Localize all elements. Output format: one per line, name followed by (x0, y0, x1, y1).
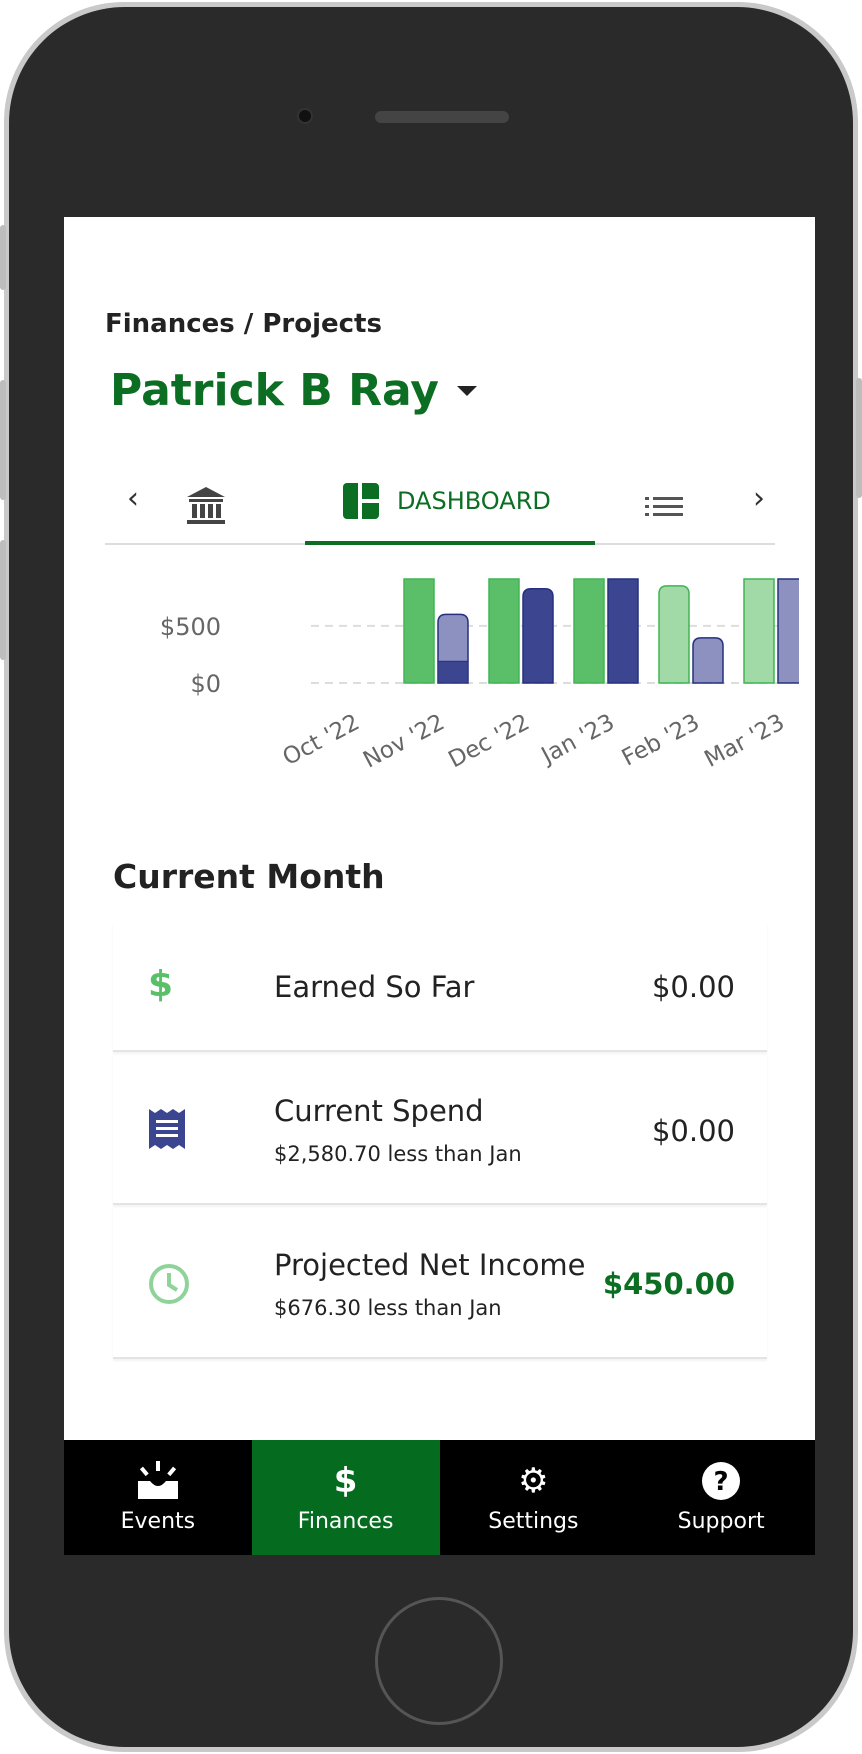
chevron-right-icon[interactable]: › (753, 481, 765, 516)
client-selector[interactable]: Patrick B Ray (110, 365, 477, 416)
nav-label: Finances (297, 1509, 394, 1534)
section-title: Current Month (113, 857, 385, 896)
card-subtext: $2,580.70 less than Jan (274, 1142, 522, 1166)
receipt-icon (149, 1109, 185, 1149)
active-tab-indicator (305, 541, 595, 545)
bar (573, 578, 605, 684)
breadcrumb: Finances / Projects (105, 309, 382, 339)
svg-text:?: ? (714, 1467, 729, 1497)
y-tick-label: $500 (160, 613, 221, 641)
power-button (856, 378, 862, 498)
bar (658, 585, 690, 684)
bar (522, 587, 554, 684)
nav-label: Support (677, 1509, 765, 1534)
volume-up-button (0, 380, 6, 500)
nav-support[interactable]: ? Support (627, 1440, 815, 1555)
bar (607, 578, 639, 684)
dollar-icon: $ (148, 964, 174, 1005)
events-icon (137, 1461, 178, 1499)
list-icon[interactable] (645, 495, 683, 519)
phone-frame: Finances / Projects Patrick B Ray ‹ DASH… (4, 2, 858, 1752)
screen: Finances / Projects Patrick B Ray ‹ DASH… (64, 217, 815, 1555)
gear-icon: ⚙ (518, 1461, 549, 1501)
x-tick-label: Dec '22 (444, 709, 533, 773)
bar (488, 578, 520, 684)
nav-label: Events (120, 1509, 196, 1534)
card-value: $450.00 (602, 1267, 735, 1301)
clock-icon (149, 1264, 189, 1304)
chevron-left-icon[interactable]: ‹ (127, 481, 139, 516)
nav-events[interactable]: Events (64, 1440, 252, 1555)
card-value: $0.00 (651, 970, 735, 1004)
dashboard-icon (343, 483, 379, 519)
x-tick-label: Jan '23 (536, 709, 619, 770)
card-value: $0.00 (651, 1114, 735, 1148)
tab-bar: ‹ DASHBOARD › (105, 467, 775, 545)
y-tick-label: $0 (190, 670, 221, 698)
bar (777, 578, 799, 684)
nav-finances[interactable]: $ Finances (251, 1440, 440, 1555)
dollar-icon: $ (333, 1461, 358, 1501)
bar (403, 578, 435, 684)
projected-card[interactable]: Projected Net Income $676.30 less than J… (113, 1205, 767, 1359)
earned-card[interactable]: $ Earned So Far $0.00 (113, 922, 767, 1052)
nav-label: Settings (488, 1509, 579, 1534)
bar (692, 637, 724, 684)
card-subtext: $676.30 less than Jan (274, 1296, 502, 1320)
spend-card[interactable]: Current Spend $2,580.70 less than Jan $0… (113, 1052, 767, 1205)
x-tick-label: Nov '22 (359, 709, 449, 773)
card-label: Current Spend (274, 1094, 484, 1128)
tab-label: DASHBOARD (397, 487, 551, 515)
x-tick-label: Mar '23 (700, 709, 788, 772)
home-button[interactable] (375, 1597, 503, 1725)
camera (297, 108, 313, 124)
x-tick-label: Feb '23 (618, 709, 704, 771)
volume-down-button (0, 540, 6, 660)
caret-down-icon (457, 385, 477, 396)
bottom-nav: Events $ Finances ⚙ Settings ? Support (64, 1440, 815, 1555)
bar (743, 578, 775, 684)
x-tick-label: Oct '22 (279, 709, 364, 771)
mute-switch (0, 225, 6, 290)
client-name: Patrick B Ray (110, 365, 439, 416)
speaker (375, 111, 509, 123)
bar-chart: $0 $500 Oct '22Nov '22Dec '22 Jan '23Feb '2… (160, 578, 799, 774)
tab-dashboard[interactable]: DASHBOARD (343, 483, 551, 519)
bar-segment (437, 660, 469, 684)
nav-settings[interactable]: ⚙ Settings (440, 1440, 628, 1555)
card-label: Earned So Far (274, 970, 475, 1004)
bank-icon[interactable] (185, 485, 227, 525)
card-label: Projected Net Income (274, 1248, 586, 1282)
help-icon: ? (702, 1462, 741, 1500)
